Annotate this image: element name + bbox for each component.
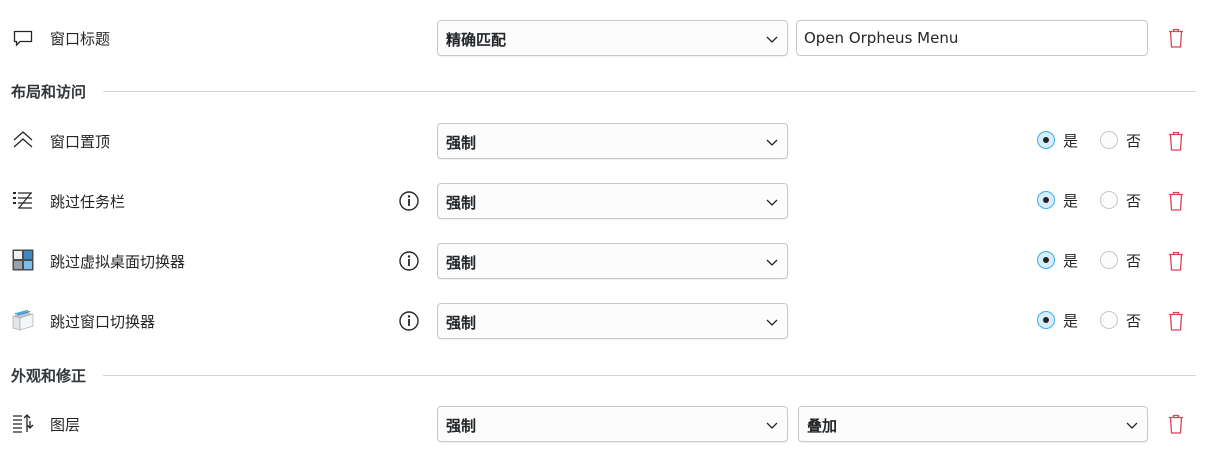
window-title-match-combobox[interactable]: 精确匹配 <box>437 20 788 56</box>
rule-label-skip-taskbar: 跳过任务栏 <box>50 193 126 211</box>
rule-row-skip-taskbar: 跳过任务栏 强制 是 否 <box>0 181 1206 221</box>
rule-label-layer: 图层 <box>50 416 81 434</box>
chevron-down-icon <box>766 139 778 146</box>
keep-above-no-label: 否 <box>1126 132 1142 150</box>
chevron-down-icon <box>766 199 778 206</box>
info-icon[interactable] <box>398 190 420 212</box>
radio-indicator <box>1037 191 1055 209</box>
skip-switcher-no-label: 否 <box>1126 312 1142 330</box>
rule-row-skip-switcher: 跳过窗口切换器 强制 是 否 <box>0 301 1206 341</box>
delete-skip-taskbar-trash-icon[interactable] <box>1166 190 1186 212</box>
rule-row-layer: 图层 强制 叠加 <box>0 404 1206 444</box>
chevron-down-icon <box>766 259 778 266</box>
section-title-appearance-fixes: 外观和修正 <box>11 367 87 385</box>
radio-indicator <box>1037 311 1055 329</box>
skip-taskbar-policy-combobox[interactable]: 强制 <box>437 183 788 219</box>
delete-skip-switcher-trash-icon[interactable] <box>1166 310 1186 332</box>
radio-indicator <box>1100 131 1118 149</box>
radio-indicator <box>1100 311 1118 329</box>
skip-taskbar-no-label: 否 <box>1126 192 1142 210</box>
info-icon[interactable] <box>398 250 420 272</box>
radio-indicator <box>1037 131 1055 149</box>
skip-pager-no-label: 否 <box>1126 252 1142 270</box>
chevron-down-icon <box>1126 422 1138 429</box>
chevron-down-icon <box>766 319 778 326</box>
keep-above-policy-value: 强制 <box>446 134 477 152</box>
skip-taskbar-yes-label: 是 <box>1063 192 1079 210</box>
skip-pager-policy-combobox[interactable]: 强制 <box>437 243 788 279</box>
layer-policy-combobox[interactable]: 强制 <box>437 406 788 442</box>
delete-layer-trash-icon[interactable] <box>1166 413 1186 435</box>
info-icon[interactable] <box>398 310 420 332</box>
rule-label-skip-pager: 跳过虚拟桌面切换器 <box>50 253 186 271</box>
layer-policy-value: 强制 <box>446 417 477 435</box>
radio-indicator <box>1100 251 1118 269</box>
section-title-layout-access: 布局和访问 <box>11 83 87 101</box>
window-title-input-value: Open Orpheus Menu <box>804 29 959 47</box>
radio-indicator <box>1100 191 1118 209</box>
window-title-match-value: 精确匹配 <box>446 31 507 49</box>
rule-label-window-title: 窗口标题 <box>50 30 111 48</box>
skip-taskbar-icon <box>12 189 34 211</box>
layer-value-text: 叠加 <box>807 417 838 435</box>
window-title-input[interactable]: Open Orpheus Menu <box>796 20 1148 56</box>
section-divider <box>103 375 1196 376</box>
skip-switcher-policy-value: 强制 <box>446 314 477 332</box>
radio-indicator <box>1037 251 1055 269</box>
section-appearance-fixes: 外观和修正 <box>0 363 1206 387</box>
section-divider <box>103 91 1196 92</box>
skip-pager-policy-value: 强制 <box>446 254 477 272</box>
keep-above-yes-label: 是 <box>1063 132 1079 150</box>
keep-above-icon <box>12 129 34 151</box>
skip-switcher-icon <box>12 309 34 331</box>
skip-pager-icon <box>12 249 34 271</box>
delete-skip-pager-trash-icon[interactable] <box>1166 250 1186 272</box>
delete-keep-above-trash-icon[interactable] <box>1166 130 1186 152</box>
skip-taskbar-policy-value: 强制 <box>446 194 477 212</box>
chevron-down-icon <box>766 422 778 429</box>
rule-row-skip-pager: 跳过虚拟桌面切换器 强制 是 否 <box>0 241 1206 281</box>
keep-above-policy-combobox[interactable]: 强制 <box>437 123 788 159</box>
section-layout-access: 布局和访问 <box>0 79 1206 103</box>
skip-switcher-yes-label: 是 <box>1063 312 1079 330</box>
delete-window-title-trash-icon[interactable] <box>1166 27 1186 49</box>
rule-row-window-title: 窗口标题 精确匹配 Open Orpheus Menu <box>0 18 1206 58</box>
skip-pager-yes-label: 是 <box>1063 252 1079 270</box>
window-title-icon <box>12 26 34 48</box>
layer-value-combobox[interactable]: 叠加 <box>798 406 1148 442</box>
layer-icon <box>12 412 34 434</box>
rule-row-keep-above: 窗口置顶 强制 是 否 <box>0 121 1206 161</box>
chevron-down-icon <box>766 36 778 43</box>
skip-switcher-policy-combobox[interactable]: 强制 <box>437 303 788 339</box>
rule-label-skip-switcher: 跳过窗口切换器 <box>50 313 156 331</box>
rule-label-keep-above: 窗口置顶 <box>50 133 111 151</box>
